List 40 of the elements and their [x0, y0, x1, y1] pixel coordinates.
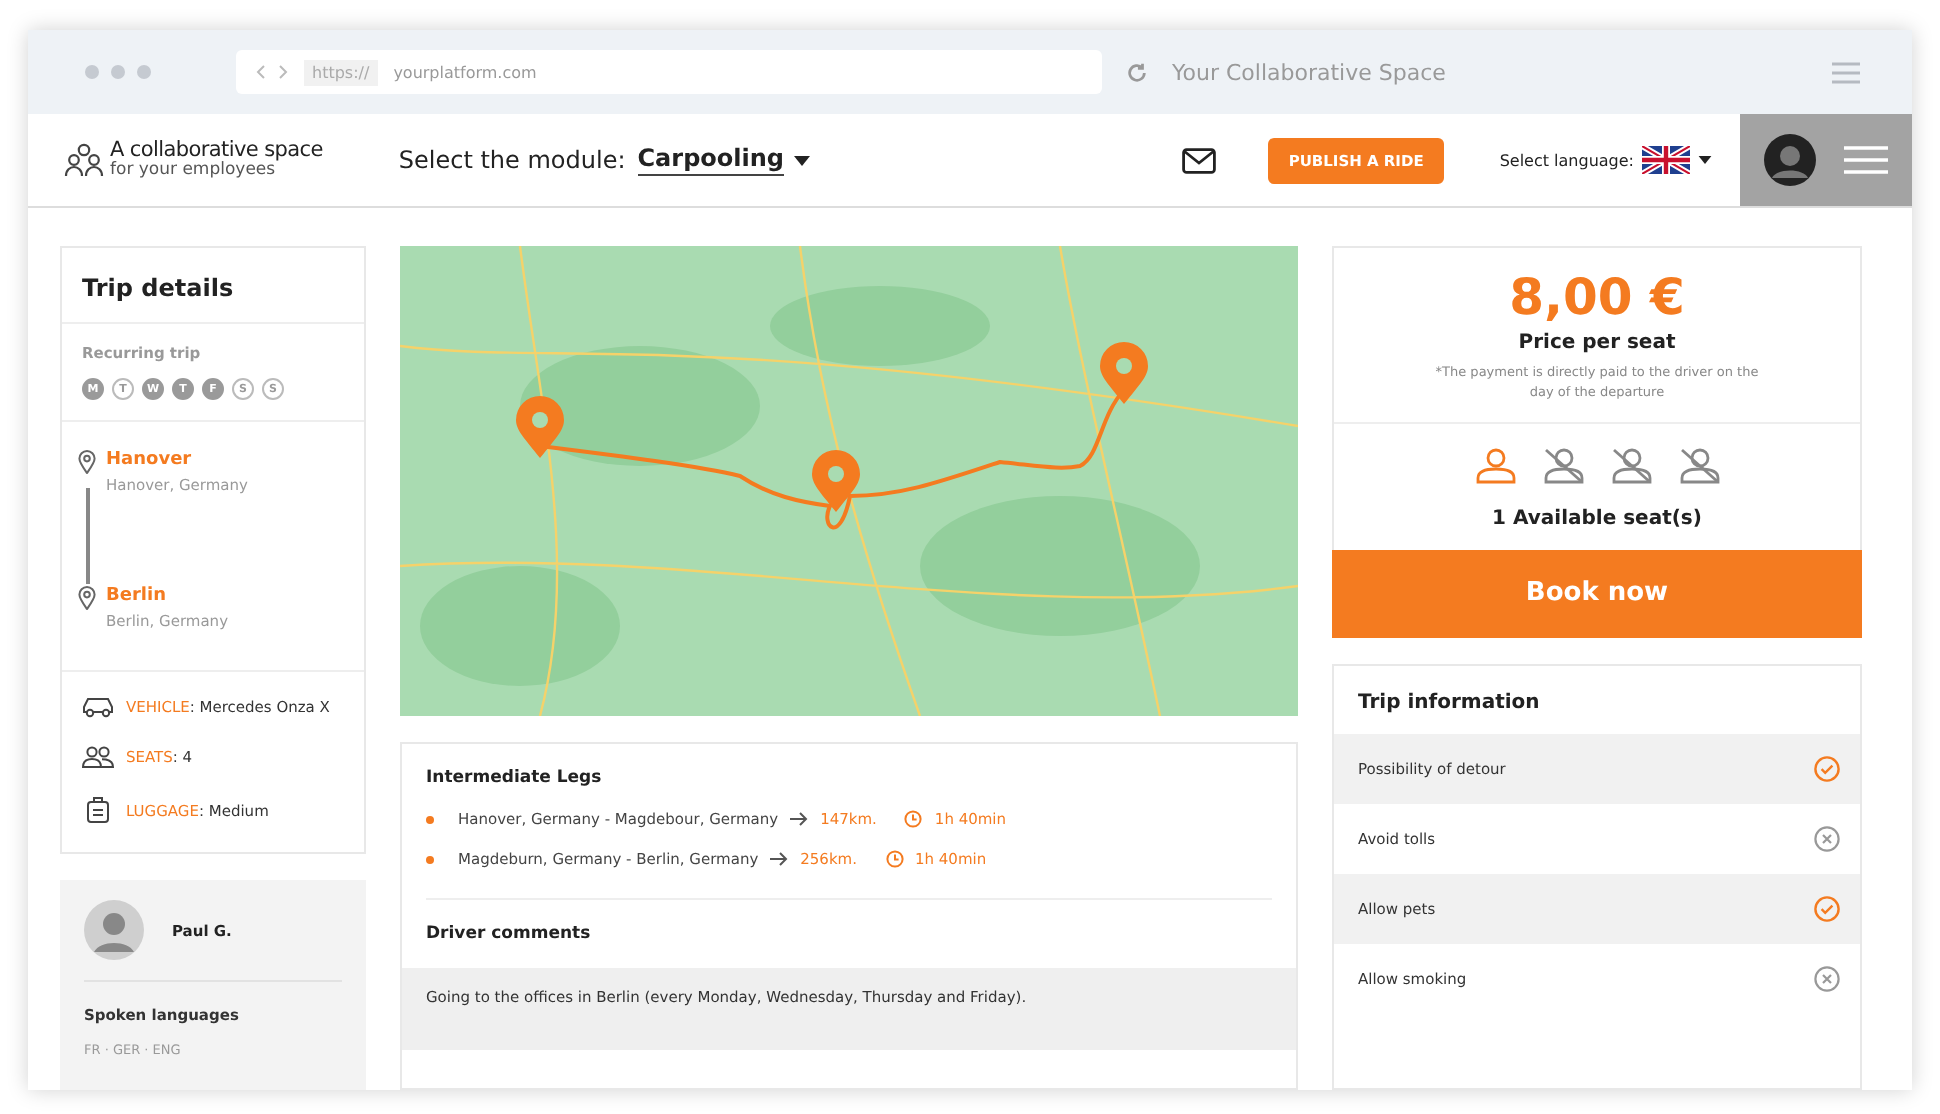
avatar-icon — [84, 900, 144, 960]
user-menu-panel[interactable] — [1740, 114, 1912, 206]
available-seats-text: 1 Available seat(s) — [1492, 507, 1702, 529]
clock-icon — [904, 810, 923, 828]
caret-icon[interactable] — [794, 155, 811, 165]
route-line — [86, 488, 89, 584]
people-icon — [82, 746, 114, 768]
car-icon — [82, 696, 114, 718]
legs-title: Intermediate Legs — [426, 768, 604, 788]
clock-icon — [885, 850, 903, 868]
arrow-right-icon — [770, 852, 789, 866]
stop-city: Berlin — [106, 586, 168, 606]
avatar-icon[interactable] — [1764, 134, 1816, 186]
location-pin-icon — [78, 586, 96, 610]
caret-icon[interactable] — [1698, 156, 1712, 164]
language-label: Select language: — [1499, 151, 1634, 169]
url-protocol: https:// — [304, 59, 378, 85]
people-group-icon — [64, 141, 104, 178]
logo-subtitle: for your employees — [110, 162, 276, 181]
card-title: Trip details — [82, 274, 234, 302]
module-label: Select the module: — [398, 146, 626, 174]
arrow-right-icon — [790, 812, 809, 826]
price-amount: 8,00 € — [1509, 268, 1685, 326]
location-pin-icon — [78, 450, 96, 474]
price-label: Price per seat — [1518, 332, 1676, 354]
logo-title: A collaborative space — [110, 139, 323, 162]
bullet-icon — [426, 815, 434, 823]
comments-title: Driver comments — [426, 924, 593, 944]
page-title: Your Collaborative Space — [1172, 59, 1448, 85]
bullet-icon — [426, 855, 434, 863]
stop-city: Hanover — [106, 450, 194, 470]
info-title: Trip information — [1356, 689, 1542, 717]
module-dropdown[interactable]: Carpooling — [637, 144, 785, 176]
address-bar[interactable]: https:// yourplatform.com — [236, 50, 1102, 94]
url-text: yourplatform.com — [393, 63, 537, 81]
mail-icon[interactable] — [1182, 147, 1217, 173]
window-controls-icon — [84, 64, 152, 80]
luggage-icon — [82, 796, 114, 824]
flag-icon[interactable] — [1642, 146, 1690, 174]
book-now-button[interactable]: Book now — [1332, 549, 1862, 637]
